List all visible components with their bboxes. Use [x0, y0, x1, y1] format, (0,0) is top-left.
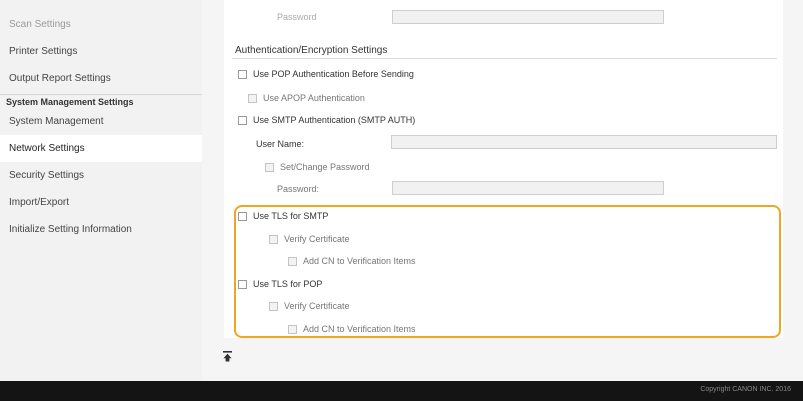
sidebar-item-import-export[interactable]: Import/Export — [0, 189, 202, 216]
user-name-label: User Name: — [256, 139, 305, 149]
sidebar-item-security-settings[interactable]: Security Settings — [0, 162, 202, 189]
sidebar-item-system-management[interactable]: System Management — [0, 108, 202, 135]
password-top-field[interactable] — [392, 10, 664, 24]
sidebar: Scan Settings Printer Settings Output Re… — [0, 0, 203, 381]
use-apop-label: Use APOP Authentication — [263, 93, 365, 103]
set-change-password-row[interactable]: Set/Change Password — [265, 162, 370, 172]
section-title: Authentication/Encryption Settings — [235, 45, 388, 56]
use-apop-row[interactable]: Use APOP Authentication — [248, 93, 365, 103]
scroll-to-top-icon-glyph — [223, 351, 232, 362]
password-label: Password: — [277, 184, 320, 194]
use-pop-auth-row[interactable]: Use POP Authentication Before Sending — [238, 69, 414, 79]
user-name-field[interactable] — [391, 135, 777, 149]
use-smtp-auth-checkbox[interactable] — [238, 115, 247, 125]
scroll-to-top-icon[interactable] — [223, 351, 232, 364]
set-change-password-label: Set/Change Password — [280, 162, 370, 172]
sidebar-item-scan-settings[interactable]: Scan Settings — [0, 11, 202, 38]
password-top-label: Password — [277, 12, 317, 22]
footer: Copyright CANON INC. 2016 — [0, 381, 803, 401]
set-change-password-checkbox[interactable] — [265, 162, 274, 172]
tls-settings-highlight — [234, 205, 781, 338]
use-pop-auth-label: Use POP Authentication Before Sending — [253, 69, 414, 79]
use-apop-checkbox[interactable] — [248, 93, 257, 103]
sidebar-item-network-settings[interactable]: Network Settings — [0, 135, 203, 162]
copyright-text: Copyright CANON INC. 2016 — [700, 386, 791, 393]
password-field[interactable] — [392, 181, 664, 195]
section-divider — [232, 58, 777, 59]
use-smtp-auth-label: Use SMTP Authentication (SMTP AUTH) — [253, 115, 416, 125]
sidebar-item-initialize-setting-information[interactable]: Initialize Setting Information — [0, 216, 202, 243]
use-smtp-auth-row[interactable]: Use SMTP Authentication (SMTP AUTH) — [238, 115, 415, 125]
sidebar-item-output-report-settings[interactable]: Output Report Settings — [0, 65, 202, 92]
sidebar-item-printer-settings[interactable]: Printer Settings — [0, 38, 202, 65]
use-pop-auth-checkbox[interactable] — [238, 69, 247, 79]
sidebar-section-title: System Management Settings — [0, 94, 202, 108]
